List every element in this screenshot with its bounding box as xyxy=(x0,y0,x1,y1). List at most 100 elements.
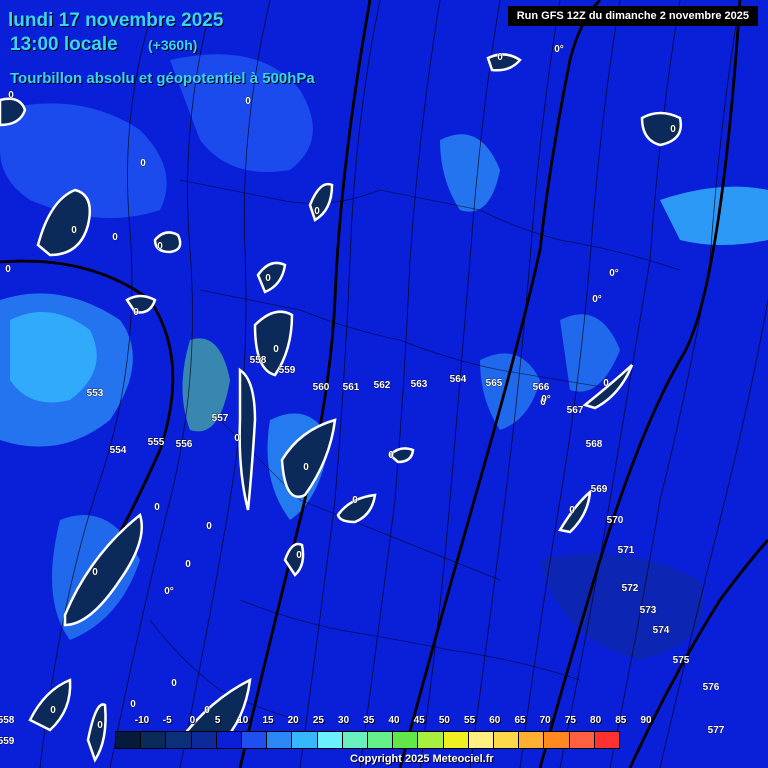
legend-swatch xyxy=(241,731,268,749)
legend-swatch xyxy=(568,731,595,749)
legend-tick-label: 0 xyxy=(189,715,196,726)
vorticity-label: 0 xyxy=(133,307,139,318)
legend-tick-label: 5 xyxy=(214,715,221,726)
geopotential-label: 558 xyxy=(0,715,15,726)
vorticity-label: 0 xyxy=(603,378,609,389)
legend-swatch xyxy=(593,731,620,749)
vorticity-label: 0 xyxy=(157,241,163,252)
vorticity-label: 0 xyxy=(140,158,146,169)
vorticity-label: 0° xyxy=(592,294,602,305)
geopotential-label: 577 xyxy=(708,725,725,736)
vorticity-label: 0 xyxy=(8,90,14,101)
geopotential-label: 576 xyxy=(703,682,720,693)
forecast-lead: (+360h) xyxy=(148,37,198,53)
geopotential-label: 573 xyxy=(640,605,657,616)
forecast-date: lundi 17 novembre 2025 xyxy=(8,10,224,31)
geopotential-label: 553 xyxy=(87,388,104,399)
vorticity-label: 0° xyxy=(554,44,564,55)
vorticity-label: 0 xyxy=(265,273,271,284)
legend-swatch xyxy=(392,731,419,749)
legend-swatch xyxy=(190,731,217,749)
legend-swatch xyxy=(367,731,394,749)
geopotential-label: 562 xyxy=(374,380,391,391)
legend-tick-label: 55 xyxy=(464,715,476,726)
vorticity-label: 0 xyxy=(273,344,279,355)
legend-tick-label: 25 xyxy=(312,715,324,726)
legend-tick-label: 15 xyxy=(262,715,274,726)
geopotential-label: 556 xyxy=(176,439,193,450)
geopotential-label: 566 xyxy=(533,382,550,393)
geopotential-label: 564 xyxy=(450,374,467,385)
legend-swatch xyxy=(165,731,192,749)
vorticity-label: 0 xyxy=(296,550,302,561)
vorticity-label: 0 xyxy=(204,705,210,716)
geopotential-label: 558 xyxy=(250,355,267,366)
vorticity-label: 0 xyxy=(154,502,160,513)
geopotential-label: 554 xyxy=(110,445,127,456)
geopotential-label: 567 xyxy=(567,405,584,416)
vorticity-label: 0 xyxy=(352,495,358,506)
vorticity-label: 0° xyxy=(541,394,551,405)
legend-tick-label: 70 xyxy=(539,715,551,726)
legend-tick-label: 35 xyxy=(363,715,375,726)
vorticity-label: 0 xyxy=(245,96,251,107)
legend-swatch xyxy=(115,731,142,749)
geopotential-label: 574 xyxy=(653,625,670,636)
legend-swatch xyxy=(341,731,368,749)
weather-map: 553554555 556557558559560 561 562 563 564 565 5… xyxy=(0,0,768,768)
vorticity-label: 0° xyxy=(609,268,619,279)
vorticity-label: 0 xyxy=(130,699,136,710)
vorticity-label: 0 xyxy=(670,124,676,135)
vorticity-label: 0 xyxy=(50,705,56,716)
legend-tick-label: 80 xyxy=(590,715,602,726)
legend-swatch xyxy=(518,731,545,749)
geopotential-label: 560 xyxy=(313,382,330,393)
vorticity-label: 0 xyxy=(497,52,503,63)
geopotential-label: 569 xyxy=(591,484,608,495)
geopotential-label: 557 xyxy=(212,413,229,424)
vorticity-label: 0 xyxy=(314,206,320,217)
map-subtitle: Tourbillon absolu et géopotentiel à 500h… xyxy=(10,70,315,87)
vorticity-label: 0 xyxy=(171,678,177,689)
legend-swatch xyxy=(316,731,343,749)
legend-tick-label: 60 xyxy=(489,715,501,726)
geopotential-label: 568 xyxy=(586,439,603,450)
legend-swatch xyxy=(291,731,318,749)
legend-tick-label: 40 xyxy=(388,715,400,726)
legend-tick-label: 75 xyxy=(564,715,576,726)
vorticity-label: 0 xyxy=(71,225,77,236)
legend-swatch xyxy=(493,731,520,749)
legend-swatch xyxy=(215,731,242,749)
geopotential-label: 563 xyxy=(411,379,428,390)
legend-swatch xyxy=(417,731,444,749)
legend-tick-label: 85 xyxy=(615,715,627,726)
vorticity-label: 0 xyxy=(303,462,309,473)
forecast-time: 13:00 locale xyxy=(10,34,118,55)
geopotential-label: 572 xyxy=(622,583,639,594)
geopotential-label: 555 xyxy=(148,437,165,448)
geopotential-label: 565 xyxy=(486,378,503,389)
vorticity-label: 0 xyxy=(97,720,103,731)
vorticity-label: 0 xyxy=(5,264,11,275)
legend-tick-label: 90 xyxy=(640,715,652,726)
vorticity-label: 0 xyxy=(388,450,394,461)
geopotential-label: 570 xyxy=(607,515,624,526)
legend-tick-label: 65 xyxy=(514,715,526,726)
vorticity-label: 0 xyxy=(234,433,240,444)
legend-tick-label: -5 xyxy=(162,715,172,726)
legend-tick-label: 50 xyxy=(438,715,450,726)
vorticity-label: 0 xyxy=(206,521,212,532)
vorticity-label: 0 xyxy=(185,559,191,570)
vorticity-label: 0° xyxy=(164,586,174,597)
geopotential-label: 571 xyxy=(618,545,635,556)
legend-swatch xyxy=(266,731,293,749)
legend-tick-label: 20 xyxy=(287,715,299,726)
geopotential-label: 561 xyxy=(343,382,360,393)
copyright-text: Copyright 2025 Meteociel.fr xyxy=(350,753,494,765)
run-info-badge: Run GFS 12Z du dimanche 2 novembre 2025 xyxy=(507,6,758,26)
legend-swatch xyxy=(543,731,570,749)
vorticity-label: 0 xyxy=(112,232,118,243)
legend-swatch xyxy=(467,731,494,749)
geopotential-label: 575 xyxy=(673,655,690,666)
vorticity-label: 0 xyxy=(92,567,98,578)
